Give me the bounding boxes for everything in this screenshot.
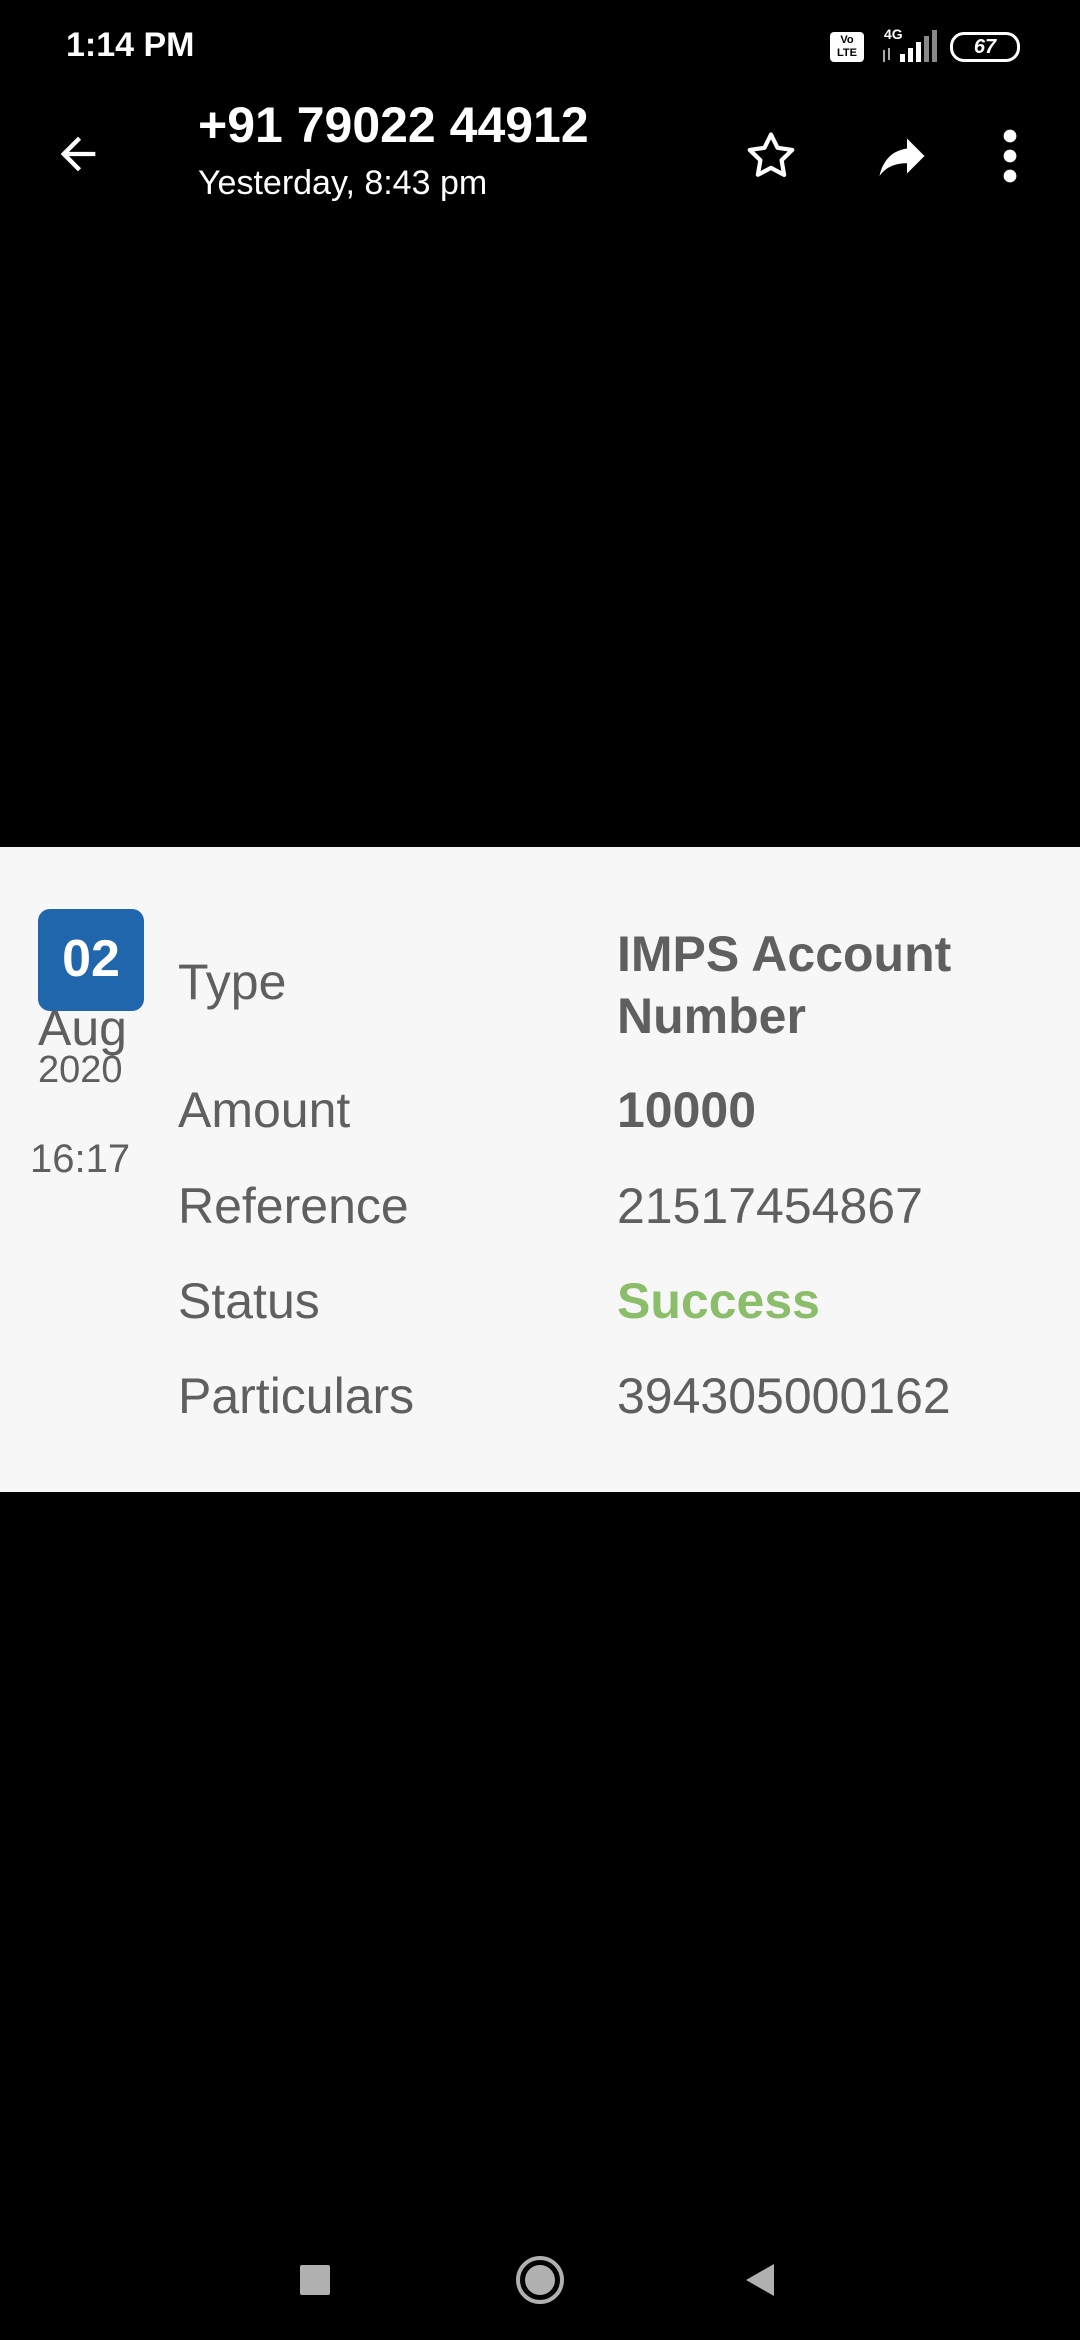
home-circle-icon [516, 2256, 564, 2304]
status-value: Success [617, 1273, 820, 1329]
signal-icon: 4G [880, 26, 940, 66]
contact-number: +91 79022 44912 [198, 97, 589, 153]
reference-label: Reference [178, 1178, 409, 1234]
volte-label: Vo LTE [837, 34, 857, 59]
date-day-badge: 02 [38, 909, 144, 1011]
battery-level: 67 [973, 36, 997, 58]
date-year: 2020 [38, 1049, 123, 1091]
nav-back-button[interactable] [720, 2240, 800, 2320]
star-button[interactable] [731, 116, 811, 196]
recents-button[interactable] [275, 2240, 355, 2320]
message-timestamp: Yesterday, 8:43 pm [198, 164, 488, 202]
status-label: Status [178, 1273, 320, 1329]
app-bar: +91 79022 44912 Yesterday, 8:43 pm [0, 96, 1080, 216]
star-icon [747, 132, 795, 177]
status-bar: 1:14 PM Vo LTE 4G 67 [0, 0, 1080, 96]
amount-value: 10000 [617, 1082, 757, 1138]
back-button[interactable] [40, 116, 116, 192]
more-vert-icon [1003, 129, 1017, 183]
type-label: Type [178, 954, 287, 1010]
battery-icon: 67 [950, 32, 1020, 62]
more-options-button[interactable] [980, 116, 1040, 196]
back-arrow-icon [60, 136, 96, 172]
date-time: 16:17 [30, 1137, 131, 1181]
back-triangle-icon [746, 2264, 774, 2296]
recents-square-icon [300, 2265, 330, 2295]
forward-button[interactable] [862, 116, 942, 196]
home-button[interactable] [500, 2240, 580, 2320]
volte-icon: Vo LTE [830, 32, 864, 62]
status-time: 1:14 PM [66, 26, 195, 64]
type-value: IMPS Account Number [617, 926, 952, 1044]
system-nav-bar [0, 2220, 1080, 2340]
reference-value: 21517454867 [617, 1178, 923, 1234]
forward-icon [879, 138, 925, 176]
transaction-card: 02 Aug 2020 16:17 Type IMPS Account Numb… [0, 847, 1080, 1492]
amount-label: Amount [178, 1082, 351, 1138]
particulars-value: 394305000162 [617, 1368, 951, 1424]
particulars-label: Particulars [178, 1368, 415, 1424]
